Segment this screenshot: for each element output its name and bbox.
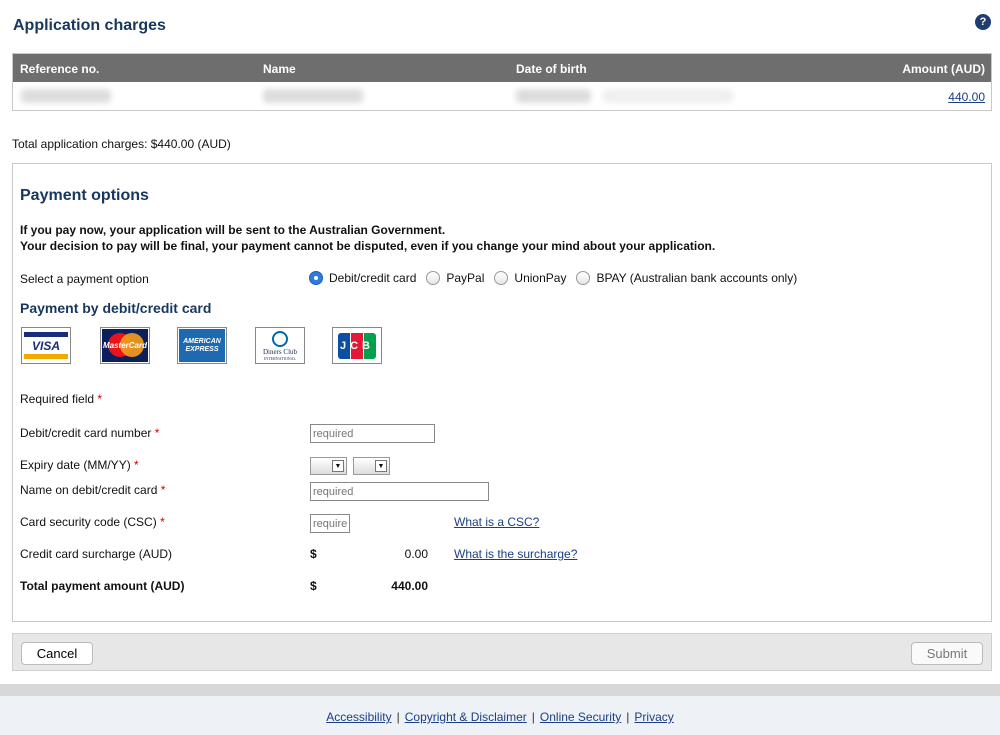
radio-label-debit-credit[interactable]: Debit/credit card	[329, 271, 416, 285]
visa-text: VISA	[31, 338, 60, 353]
surcharge-value: 0.00	[404, 547, 428, 561]
radio-debit-credit[interactable]	[309, 271, 323, 285]
payment-options-title: Payment options	[20, 187, 149, 204]
table-row: 440.00	[13, 82, 991, 110]
card-section-title: Payment by debit/credit card	[20, 300, 212, 316]
col-dob: Date of birth	[516, 62, 587, 76]
jcb-text: JCB	[340, 339, 375, 352]
amount-link[interactable]: 440.00	[948, 90, 985, 104]
diners-text-2: INTERNATIONAL	[264, 355, 296, 361]
warning-line-1: If you pay now, your application will be…	[20, 223, 446, 237]
chevron-down-icon: ▼	[332, 460, 344, 472]
surcharge-currency: $	[310, 547, 317, 561]
amex-text-2: EXPRESS	[185, 345, 219, 353]
radio-label-bpay[interactable]: BPAY (Australian bank accounts only)	[596, 271, 797, 285]
redacted-name	[263, 89, 363, 103]
radio-bpay[interactable]	[576, 271, 591, 285]
payment-options-panel: Payment options If you pay now, your app…	[12, 163, 992, 622]
jcb-card-logo: JCB	[332, 327, 382, 364]
diners-club-logo: Diners Club INTERNATIONAL	[255, 327, 305, 364]
col-amount: Amount (AUD)	[902, 62, 985, 76]
chevron-down-icon: ▼	[375, 460, 387, 472]
amex-text-1: AMERICAN	[183, 337, 221, 345]
mastercard-text: MasterCard	[102, 341, 147, 350]
csc-help-link[interactable]: What is a CSC?	[454, 515, 539, 529]
visa-card-logo: VISA	[21, 327, 71, 364]
payment-warning: If you pay now, your application will be…	[20, 222, 715, 254]
surcharge-label: Credit card surcharge (AUD)	[20, 547, 173, 561]
charges-table-header: Reference no. Name Date of birth Amount …	[13, 54, 991, 82]
expiry-year-select[interactable]: ▼	[353, 457, 390, 475]
footer-link-security[interactable]: Online Security	[540, 710, 621, 724]
mastercard-logo: MasterCard	[100, 327, 150, 364]
action-bar: Cancel Submit	[12, 633, 992, 671]
redacted-reference	[21, 89, 111, 103]
warning-line-2: Your decision to pay will be final, your…	[20, 239, 716, 253]
required-field-note: Required field *	[20, 392, 103, 406]
diners-text-1: Diners Club	[262, 347, 298, 356]
csc-input[interactable]	[310, 514, 350, 533]
charges-table: Reference no. Name Date of birth Amount …	[12, 53, 992, 111]
radio-label-unionpay[interactable]: UnionPay	[514, 271, 566, 285]
page-title: Application charges	[13, 17, 166, 34]
col-reference: Reference no.	[20, 62, 100, 76]
footer: Accessibility | Copyright & Disclaimer | Onl…	[0, 696, 1000, 735]
csc-label: Card security code (CSC) *	[20, 515, 165, 529]
radio-label-paypal[interactable]: PayPal	[446, 271, 484, 285]
payment-option-group: Debit/credit card PayPal UnionPay BPAY (…	[309, 271, 807, 285]
card-name-label: Name on debit/credit card *	[20, 483, 166, 497]
amex-card-logo: AMERICAN EXPRESS	[177, 327, 227, 364]
col-name: Name	[263, 62, 296, 76]
footer-link-copyright[interactable]: Copyright & Disclaimer	[405, 710, 527, 724]
surcharge-help-link[interactable]: What is the surcharge?	[454, 547, 577, 561]
footer-divider	[0, 684, 1000, 696]
radio-unionpay[interactable]	[494, 271, 509, 285]
help-icon[interactable]: ?	[975, 14, 991, 30]
footer-link-privacy[interactable]: Privacy	[634, 710, 673, 724]
expiry-date-label: Expiry date (MM/YY) *	[20, 458, 139, 472]
card-name-input[interactable]	[310, 482, 489, 501]
total-currency: $	[310, 579, 317, 593]
redacted-dob	[516, 89, 591, 103]
cancel-button[interactable]: Cancel	[21, 642, 93, 665]
expiry-month-select[interactable]: ▼	[310, 457, 347, 475]
radio-paypal[interactable]	[426, 271, 441, 285]
total-payment-label: Total payment amount (AUD)	[20, 579, 185, 593]
card-number-label: Debit/credit card number *	[20, 426, 160, 440]
total-charges: Total application charges: $440.00 (AUD)	[12, 137, 231, 151]
payment-option-label: Select a payment option	[20, 272, 149, 286]
submit-button[interactable]: Submit	[911, 642, 983, 665]
total-payment-value: 440.00	[391, 579, 428, 593]
footer-link-accessibility[interactable]: Accessibility	[326, 710, 391, 724]
redacted-extra	[603, 89, 733, 103]
card-number-input[interactable]	[310, 424, 435, 443]
